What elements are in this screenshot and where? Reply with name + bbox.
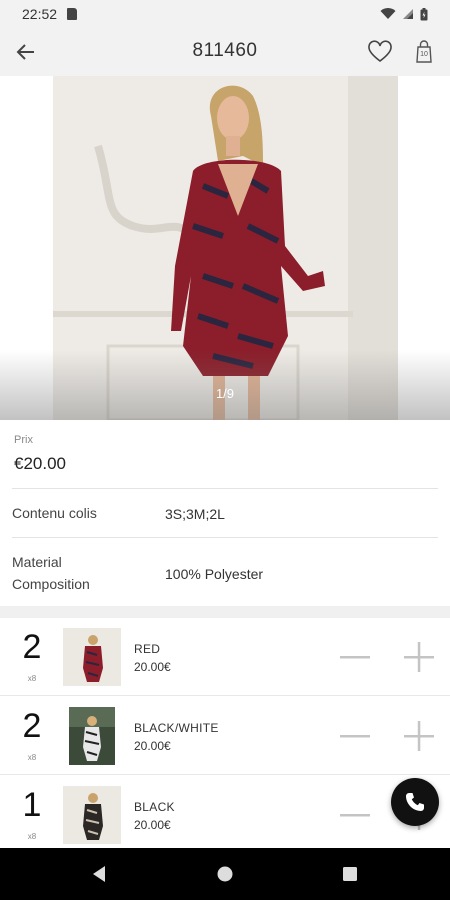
- divider: [0, 774, 450, 775]
- system-navigation-bar: [0, 848, 450, 900]
- minus-icon: [340, 735, 370, 738]
- variant-color: RED: [134, 642, 161, 656]
- price-value: €20.00: [14, 454, 66, 473]
- variant-quantity: 1: [22, 786, 42, 824]
- phone-icon: [406, 793, 424, 811]
- gallery-pager: 1/9: [215, 386, 235, 401]
- battery-icon: [420, 7, 428, 20]
- variant-pack-size: x8: [27, 832, 37, 841]
- decrease-quantity-button[interactable]: [338, 800, 372, 830]
- sd-card-icon: [67, 8, 78, 20]
- nav-back-button[interactable]: [90, 864, 110, 884]
- status-time: 22:52: [22, 6, 58, 22]
- variant-price: 20.00€: [134, 739, 171, 753]
- signal-icon: [403, 9, 413, 19]
- variant-row: 2 x8 BLACK/WHITE 20.00€: [0, 697, 450, 775]
- increase-quantity-button[interactable]: [402, 721, 436, 751]
- variant-thumbnail[interactable]: [63, 786, 121, 844]
- variant-pack-size: x8: [27, 753, 37, 762]
- call-button[interactable]: [391, 778, 439, 826]
- status-bar: 22:52: [0, 0, 450, 28]
- triangle-back-icon: [93, 866, 105, 882]
- wifi-icon: [380, 8, 396, 19]
- variant-thumbnail[interactable]: [69, 707, 115, 765]
- app-bar: 811460 10: [0, 28, 450, 76]
- favorite-button[interactable]: [366, 38, 394, 66]
- variant-color: BLACK/WHITE: [134, 721, 219, 735]
- material-label-line1: Material: [12, 554, 62, 570]
- minus-icon: [340, 656, 370, 659]
- variant-price: 20.00€: [134, 660, 171, 674]
- divider: [12, 488, 438, 489]
- variant-pack-size: x8: [27, 674, 37, 683]
- decrease-quantity-button[interactable]: [338, 721, 372, 751]
- gallery-shade: [0, 350, 450, 420]
- variant-thumbnail[interactable]: [63, 628, 121, 686]
- package-content-label: Contenu colis: [12, 505, 97, 521]
- variant-row: 1 x8 BLACK 20.00€: [0, 776, 450, 854]
- variant-quantity: 2: [22, 628, 42, 666]
- circle-home-icon: [217, 866, 233, 882]
- variant-color: BLACK: [134, 800, 175, 814]
- bag-count-badge: 10: [420, 51, 428, 58]
- square-recents-icon: [343, 867, 357, 881]
- section-separator: [0, 606, 450, 618]
- plus-icon: [404, 721, 434, 751]
- price-block: Prix €20.00: [0, 420, 450, 488]
- minus-icon: [340, 814, 370, 817]
- product-image-gallery[interactable]: 1/9: [0, 76, 450, 420]
- material-label-line2: Composition: [12, 576, 90, 592]
- material-value: 100% Polyester: [165, 566, 264, 582]
- material-label: Material Composition: [12, 551, 90, 595]
- variant-row: 2 x8 RED 20.00€: [0, 618, 450, 696]
- plus-icon: [404, 642, 434, 672]
- variant-image: [63, 786, 121, 844]
- shopping-bag-button[interactable]: 10: [410, 38, 438, 66]
- decrease-quantity-button[interactable]: [338, 642, 372, 672]
- increase-quantity-button[interactable]: [402, 642, 436, 672]
- divider: [0, 695, 450, 696]
- variant-image: [69, 707, 115, 765]
- variant-quantity: 2: [22, 707, 42, 745]
- nav-recents-button[interactable]: [340, 864, 360, 884]
- nav-home-button[interactable]: [215, 864, 235, 884]
- price-label: Prix: [14, 434, 33, 446]
- variant-image: [63, 628, 121, 686]
- package-content-value: 3S;3M;2L: [165, 506, 225, 522]
- status-icons: [380, 7, 428, 21]
- heart-icon: [368, 40, 392, 63]
- divider: [12, 537, 438, 538]
- variant-price: 20.00€: [134, 818, 171, 832]
